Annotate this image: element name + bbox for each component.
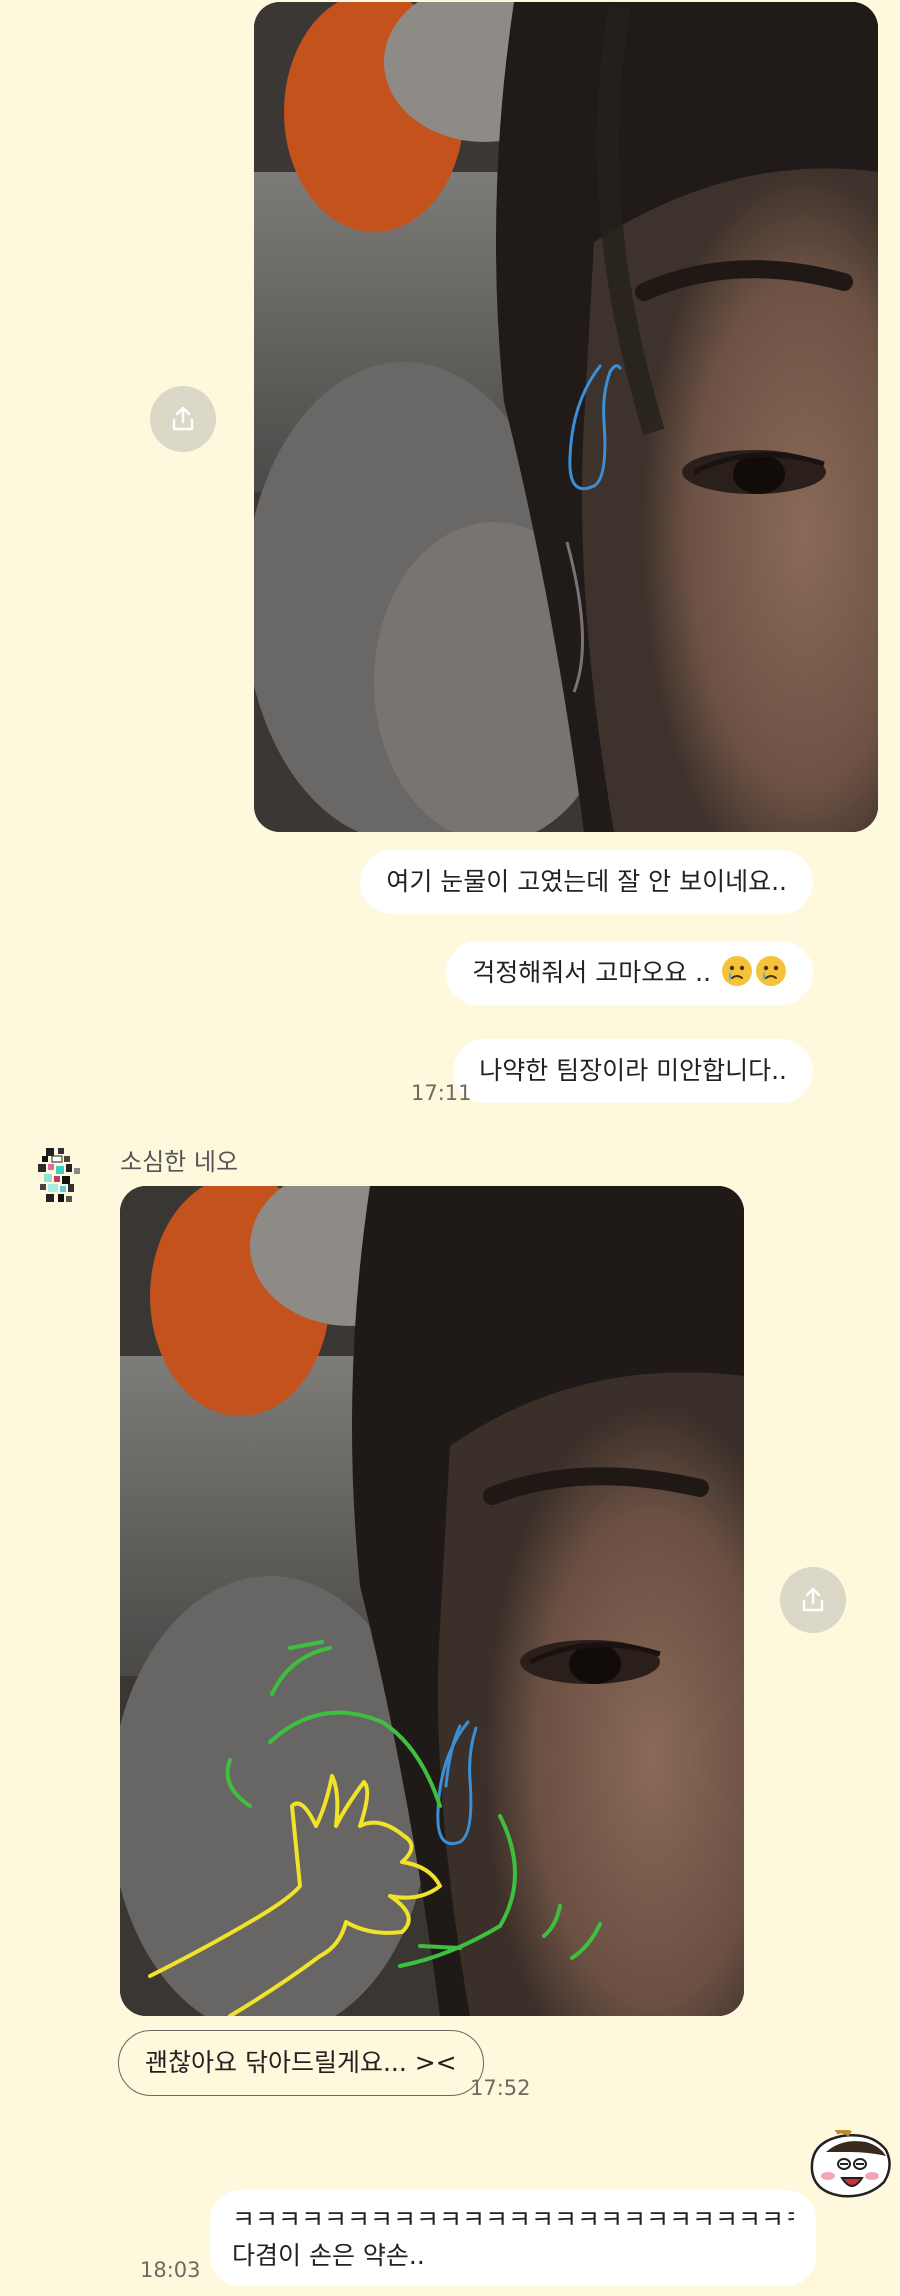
- selfie-image: [120, 1186, 744, 2016]
- received-message-bubble: 괜찮아요 닦아드릴게요... ><: [118, 2030, 484, 2096]
- share-button-photo-1[interactable]: [150, 386, 216, 452]
- received-photo[interactable]: [120, 1186, 744, 2016]
- share-icon: [172, 406, 194, 431]
- sent-message-bubble: 나약한 팀장이라 미안합니다..: [453, 1039, 813, 1103]
- crying-face-emoji-icon: [722, 956, 752, 986]
- message-text-line: 다겸이 손은 약손..: [232, 2241, 425, 2270]
- message-text: 괜찮아요 닦아드릴게요... ><: [145, 2048, 457, 2077]
- message-text: 나약한 팀장이라 미안합니다..: [479, 1056, 787, 1085]
- avatar[interactable]: [30, 1144, 90, 1214]
- message-text-line: ㅋㅋㅋㅋㅋㅋㅋㅋㅋㅋㅋㅋㅋㅋㅋㅋㅋㅋㅋㅋㅋㅋㅋㅋㅋ ㅜㅜ: [232, 2205, 794, 2234]
- sent-message-bubble: 걱정해줘서 고마오요 ..: [446, 941, 813, 1005]
- sent-photo-1[interactable]: [254, 2, 878, 832]
- pixel-avatar-icon: [38, 1148, 80, 1202]
- message-text: 여기 눈물이 고였는데 잘 안 보이네요..: [386, 867, 787, 896]
- share-icon: [802, 1587, 824, 1612]
- message-timestamp: 18:03: [140, 2258, 201, 2282]
- share-button-received-photo[interactable]: [780, 1567, 846, 1633]
- cartoon-face-sticker-icon: [810, 2127, 891, 2198]
- sent-message-bubble: ㅋㅋㅋㅋㅋㅋㅋㅋㅋㅋㅋㅋㅋㅋㅋㅋㅋㅋㅋㅋㅋㅋㅋㅋㅋ ㅜㅜ 다겸이 손은 약손..: [210, 2190, 816, 2286]
- message-timestamp: 17:52: [470, 2076, 531, 2100]
- message-timestamp: 17:11: [411, 1081, 472, 1105]
- crying-face-emoji-icon: [756, 956, 786, 986]
- sent-message-bubble: 여기 눈물이 고였는데 잘 안 보이네요..: [360, 850, 813, 914]
- selfie-image: [254, 2, 878, 832]
- sender-name: 소심한 네오: [120, 1148, 239, 1176]
- sticker-avatar[interactable]: [806, 2127, 892, 2202]
- message-text: 걱정해줘서 고마오요 ..: [472, 958, 712, 987]
